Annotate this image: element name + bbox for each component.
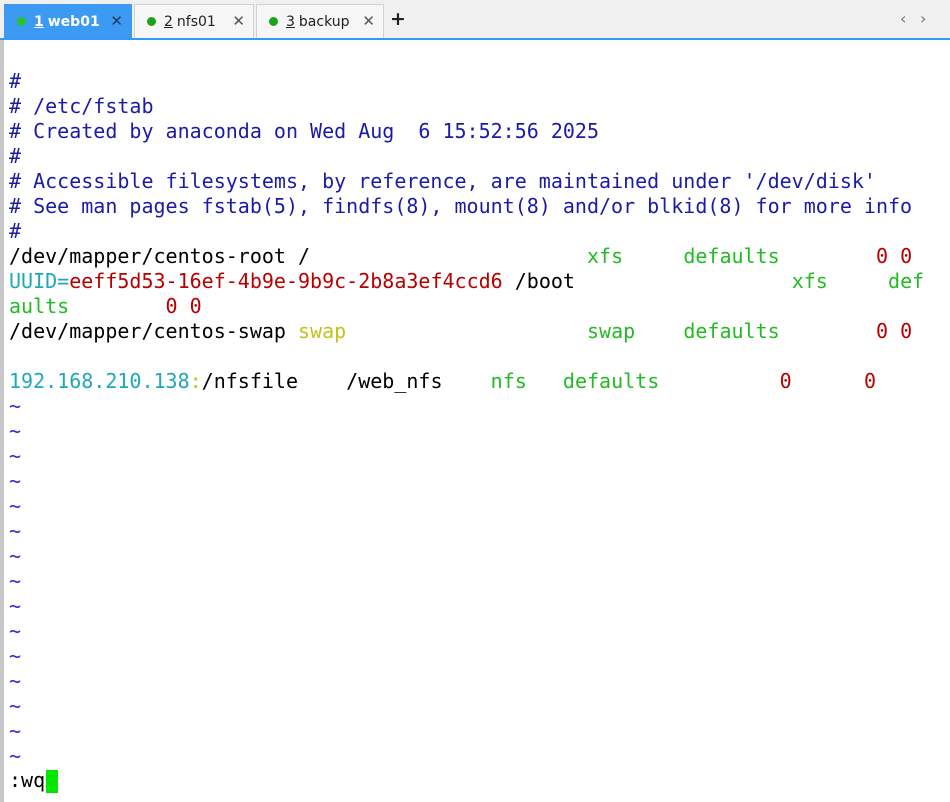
- dump-pass: 0 0: [165, 294, 202, 318]
- empty-line-tilde: ~: [9, 419, 22, 443]
- empty-buffer-lines: ~ ~ ~ ~ ~ ~ ~ ~ ~ ~ ~ ~ ~ ~ ~: [9, 394, 944, 769]
- tab-backup[interactable]: 3 backup ✕: [256, 4, 384, 38]
- fstab-comment-line: # Accessible filesystems, by reference, …: [9, 169, 876, 193]
- mount-point: /web_nfs: [346, 369, 443, 393]
- empty-line-tilde: ~: [9, 594, 22, 618]
- device-path: /dev/mapper/centos-root /: [9, 244, 311, 268]
- empty-line-tilde: ~: [9, 494, 22, 518]
- mount-point: /boot: [502, 269, 575, 293]
- close-tab-icon[interactable]: ✕: [232, 12, 245, 30]
- fstab-comment-line: # /etc/fstab: [9, 94, 154, 118]
- empty-line-tilde: ~: [9, 619, 22, 643]
- host-path-separator: :: [189, 369, 202, 393]
- fstab-comment-line: #: [9, 69, 22, 93]
- empty-line-tilde: ~: [9, 469, 22, 493]
- nfs-host: 192.168.210.138: [9, 369, 190, 393]
- fstab-comment-line: #: [9, 219, 22, 243]
- mount-options: defaults: [683, 244, 780, 268]
- fs-type: swap: [587, 319, 636, 343]
- mount-options: defaults: [562, 369, 660, 393]
- empty-line-tilde: ~: [9, 669, 22, 693]
- empty-line-tilde: ~: [9, 444, 22, 468]
- uuid-value: eeff5d53-16ef-4b9e-9b9c-2b8a3ef4ccd6: [69, 269, 503, 293]
- fstab-entry-root: /dev/mapper/centos-root / xfs defaults 0…: [9, 244, 944, 269]
- fs-type: nfs: [490, 369, 527, 393]
- connected-status-dot-icon: [269, 17, 278, 26]
- mount-point: swap: [298, 319, 347, 343]
- mount-options: defaults: [683, 319, 780, 343]
- fstab-entry-swap: /dev/mapper/centos-swap swap swap defaul…: [9, 319, 944, 344]
- empty-line-tilde: ~: [9, 694, 22, 718]
- window-left-border: [0, 40, 4, 802]
- empty-line-tilde: ~: [9, 394, 22, 418]
- dump-pass: 0 0: [875, 244, 913, 268]
- tab-label: backup: [298, 13, 350, 30]
- dump-value: 0: [779, 369, 792, 393]
- terminal-vim-buffer[interactable]: # # /etc/fstab # Created by anaconda on …: [9, 69, 944, 769]
- tab-number: 1: [34, 13, 44, 30]
- uuid-key: UUID=: [9, 269, 70, 293]
- fs-type: xfs: [791, 269, 828, 293]
- tab-web01[interactable]: 1 web01 ✕: [4, 4, 132, 38]
- empty-line-tilde: ~: [9, 544, 22, 568]
- tab-number: 3: [286, 13, 295, 30]
- vim-command-line[interactable]: :wq: [9, 768, 59, 793]
- command-text: :wq: [9, 768, 46, 792]
- fs-type: xfs: [586, 244, 624, 268]
- connected-status-dot-icon: [147, 17, 156, 26]
- fstab-entry-boot: UUID=eeff5d53-16ef-4b9e-9b9c-2b8a3ef4ccd…: [9, 269, 944, 294]
- scroll-tabs-right-icon[interactable]: ›: [920, 9, 926, 28]
- fstab-comment-line: #: [9, 144, 22, 168]
- empty-line-tilde: ~: [9, 644, 22, 668]
- fstab-comment-line: # Created by anaconda on Wed Aug 6 15:52…: [9, 119, 600, 143]
- close-tab-icon[interactable]: ✕: [110, 12, 123, 30]
- terminal-cursor: [46, 770, 59, 793]
- device-path: /dev/mapper/centos-swap: [9, 319, 286, 343]
- tab-nfs01[interactable]: 2 nfs01 ✕: [134, 4, 254, 38]
- add-tab-icon[interactable]: +: [390, 8, 406, 30]
- tab-number: 2: [164, 13, 173, 30]
- empty-line-tilde: ~: [9, 569, 22, 593]
- empty-line-tilde: ~: [9, 719, 22, 743]
- tab-label: web01: [47, 13, 100, 30]
- fstab-entry-boot-wrap: aults 0 0: [9, 294, 944, 319]
- empty-line-tilde: ~: [9, 519, 22, 543]
- fstab-comment-line: # See man pages fstab(5), findfs(8), mou…: [9, 194, 913, 218]
- tab-bar: 1 web01 ✕ 2 nfs01 ✕ 3 backup ✕ + ‹ ›: [0, 0, 950, 40]
- connected-status-dot-icon: [17, 17, 26, 26]
- close-tab-icon[interactable]: ✕: [362, 12, 375, 30]
- mount-options-wrapped-start: def: [888, 269, 925, 293]
- dump-pass: 0 0: [876, 319, 913, 343]
- empty-line-tilde: ~: [9, 744, 22, 768]
- nfs-export-path: /nfsfile: [201, 369, 298, 393]
- mount-options-wrapped-end: aults: [9, 294, 70, 318]
- scroll-tabs-left-icon[interactable]: ‹: [900, 9, 906, 28]
- tab-label: nfs01: [176, 13, 216, 30]
- pass-value: 0: [863, 369, 877, 393]
- fstab-entry-nfs: 192.168.210.138:/nfsfile /web_nfs nfs de…: [9, 369, 944, 394]
